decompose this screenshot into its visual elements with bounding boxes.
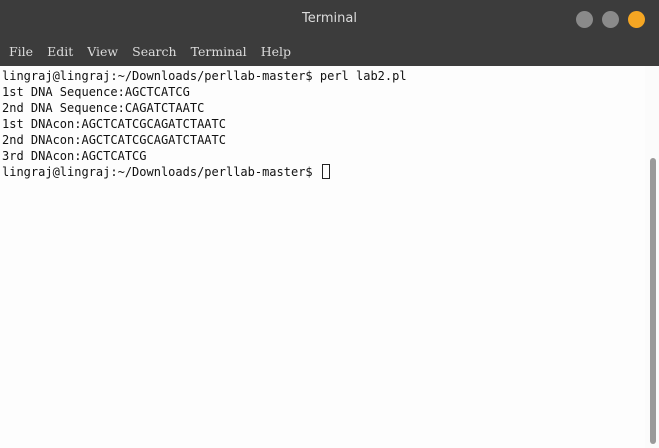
title-bar[interactable]: Terminal (0, 0, 659, 38)
prompt-line: lingraj@lingraj:~/Downloads/perllab-mast… (2, 164, 645, 180)
scrollbar[interactable] (645, 66, 659, 448)
menu-bar: File Edit View Search Terminal Help (0, 38, 659, 66)
minimize-button[interactable] (576, 11, 593, 28)
terminal-output[interactable]: lingraj@lingraj:~/Downloads/perllab-mast… (0, 66, 645, 448)
menu-search[interactable]: Search (125, 38, 183, 66)
terminal-line: 1st DNA Sequence:AGCTCATCG (2, 85, 190, 99)
terminal-line: 2nd DNA Sequence:CAGATCTAATC (2, 101, 205, 115)
menu-file[interactable]: File (2, 38, 40, 66)
scroll-thumb[interactable] (650, 158, 656, 444)
close-button[interactable] (628, 11, 645, 28)
menu-view[interactable]: View (80, 38, 125, 66)
maximize-button[interactable] (602, 11, 619, 28)
window-controls (576, 11, 645, 28)
terminal-line: 2nd DNAcon:AGCTCATCGCAGATCTAATC (2, 133, 226, 147)
terminal-line: 1st DNAcon:AGCTCATCGCAGATCTAATC (2, 117, 226, 131)
menu-terminal[interactable]: Terminal (184, 38, 254, 66)
menu-help[interactable]: Help (254, 38, 298, 66)
shell-prompt: lingraj@lingraj:~/Downloads/perllab-mast… (2, 165, 320, 179)
terminal-line: lingraj@lingraj:~/Downloads/perllab-mast… (2, 69, 407, 83)
terminal-line: 3rd DNAcon:AGCTCATCG (2, 149, 147, 163)
menu-edit[interactable]: Edit (40, 38, 80, 66)
text-cursor (321, 164, 330, 179)
window-title: Terminal (302, 11, 357, 26)
terminal-window: Terminal File Edit View Search Terminal … (0, 0, 659, 448)
